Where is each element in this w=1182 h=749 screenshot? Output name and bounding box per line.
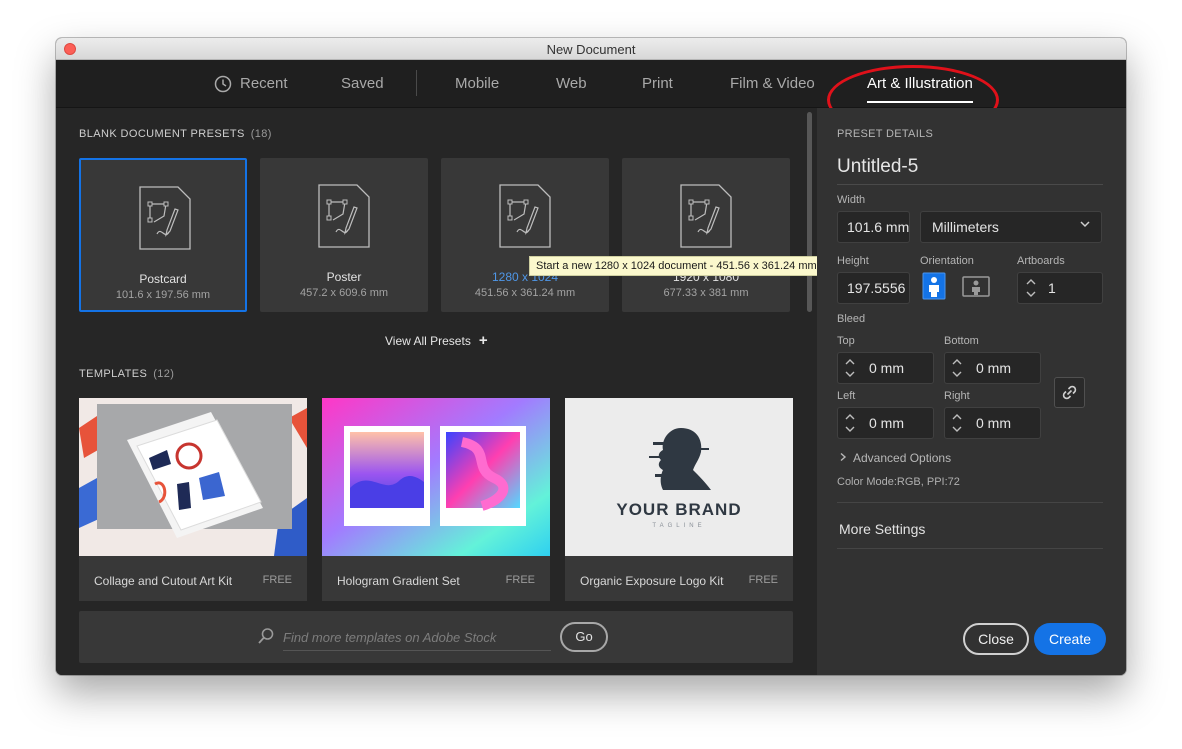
template-name: Collage and Cutout Art Kit xyxy=(94,574,233,588)
collage-thumbnail xyxy=(79,398,307,556)
template-card-hologram[interactable]: Hologram Gradient Set FREE xyxy=(322,398,550,601)
template-name: Organic Exposure Logo Kit xyxy=(580,574,724,588)
units-dropdown[interactable]: Millimeters xyxy=(920,211,1102,243)
chevron-down-icon xyxy=(1080,221,1090,228)
bleed-label: Bleed xyxy=(837,313,866,325)
advanced-options-label: Advanced Options xyxy=(853,451,952,465)
preset-size: 101.6 x 197.56 mm xyxy=(115,289,211,301)
new-document-dialog: New Document Recent Saved Mobile Web Pri… xyxy=(56,38,1126,675)
tab-film-video[interactable]: Film & Video xyxy=(730,75,815,92)
hologram-thumbnail xyxy=(322,398,550,556)
window-title: New Document xyxy=(546,42,636,57)
create-button[interactable]: Create xyxy=(1034,623,1106,655)
plus-icon: + xyxy=(478,332,488,349)
template-free-badge: FREE xyxy=(505,574,535,586)
presets-panel: BLANK DOCUMENT PRESETS (18) Postcard 101.… xyxy=(56,108,824,675)
link-bleed-button[interactable] xyxy=(1054,377,1085,408)
document-name-field[interactable]: Untitled-5 xyxy=(837,156,1103,185)
preset-tooltip: Start a new 1280 x 1024 document - 451.5… xyxy=(529,256,824,276)
preset-size: 677.33 x 381 mm xyxy=(663,287,749,299)
tab-saved[interactable]: Saved xyxy=(341,75,384,92)
preset-card-1920x1080[interactable]: 1920 x 1080 677.33 x 381 mm xyxy=(622,158,790,312)
category-tabs: Recent Saved Mobile Web Print Film & Vid… xyxy=(56,60,1126,135)
artboards-stepper-icon[interactable] xyxy=(1021,273,1041,303)
chevron-right-icon xyxy=(840,452,847,462)
preset-card-poster[interactable]: Poster 457.2 x 609.6 mm xyxy=(260,158,428,312)
template-card-collage[interactable]: Collage and Cutout Art Kit FREE xyxy=(79,398,307,601)
bleed-right-label: Right xyxy=(944,390,970,402)
portrait-orientation-icon[interactable] xyxy=(920,272,948,300)
artboard-pen-icon xyxy=(318,184,370,248)
templates-section-header: TEMPLATES (12) xyxy=(79,368,174,380)
width-label: Width xyxy=(837,194,866,206)
templates-section-label: TEMPLATES xyxy=(79,368,148,380)
height-label: Height xyxy=(837,255,869,267)
bleed-bottom-stepper-icon[interactable] xyxy=(947,353,967,383)
view-all-presets-link[interactable]: View All Presets + xyxy=(385,332,488,349)
templates-section-count: (12) xyxy=(153,368,175,380)
scrollbar[interactable] xyxy=(807,112,812,312)
presets-section-count: (18) xyxy=(250,128,272,140)
brand-text: YOUR BRAND xyxy=(616,500,741,519)
preset-details-label: PRESET DETAILS xyxy=(837,128,934,140)
preset-card-1280x1024[interactable]: 1280 x 1024 451.56 x 361.24 mm xyxy=(441,158,609,312)
artboard-pen-icon xyxy=(139,186,191,250)
close-button[interactable]: Close xyxy=(963,623,1029,655)
brand-tagline: TAGLINE xyxy=(652,523,705,529)
template-free-badge: FREE xyxy=(262,574,292,586)
template-name: Hologram Gradient Set xyxy=(337,574,460,588)
stock-search-input[interactable] xyxy=(283,625,551,651)
preset-size: 457.2 x 609.6 mm xyxy=(299,287,389,299)
search-icon xyxy=(258,628,274,644)
color-mode-info: Color Mode:RGB, PPI:72 xyxy=(837,476,960,488)
template-card-logo[interactable]: YOUR BRAND TAGLINE Organic Exposure Logo… xyxy=(565,398,793,601)
tab-print[interactable]: Print xyxy=(642,75,673,92)
preset-size: 451.56 x 361.24 mm xyxy=(474,287,576,299)
preset-details-panel: PRESET DETAILS Untitled-5 Width 101.6 mm… xyxy=(817,108,1126,675)
view-all-label: View All Presets xyxy=(385,334,471,348)
orientation-label: Orientation xyxy=(920,255,974,267)
details-divider xyxy=(837,502,1103,503)
tab-mobile[interactable]: Mobile xyxy=(455,75,499,92)
more-settings-button[interactable]: More Settings xyxy=(839,521,925,537)
artboard-pen-icon xyxy=(680,184,732,248)
clock-icon xyxy=(214,75,232,93)
width-input[interactable]: 101.6 mm xyxy=(837,211,910,243)
artboard-pen-icon xyxy=(499,184,551,248)
bleed-right-stepper-icon[interactable] xyxy=(947,408,967,438)
bleed-top-stepper-icon[interactable] xyxy=(840,353,860,383)
link-icon xyxy=(1062,385,1077,400)
details-divider xyxy=(837,548,1103,549)
bleed-left-label: Left xyxy=(837,390,856,402)
presets-section-label: BLANK DOCUMENT PRESETS xyxy=(79,128,245,140)
title-bar: New Document xyxy=(56,38,1126,60)
tab-divider xyxy=(416,70,417,96)
preset-name: Poster xyxy=(326,270,362,284)
tab-recent[interactable]: Recent xyxy=(240,75,288,92)
preset-card-postcard[interactable]: Postcard 101.6 x 197.56 mm xyxy=(79,158,247,312)
landscape-orientation-icon[interactable] xyxy=(962,272,990,300)
preset-name: Postcard xyxy=(139,272,187,286)
bleed-bottom-label: Bottom xyxy=(944,335,979,347)
height-input[interactable]: 197.5556 mm xyxy=(837,272,910,304)
units-value: Millimeters xyxy=(932,219,999,235)
template-free-badge: FREE xyxy=(748,574,778,586)
go-button[interactable]: Go xyxy=(560,622,608,652)
logo-thumbnail: YOUR BRAND TAGLINE xyxy=(565,398,793,556)
bleed-top-label: Top xyxy=(837,335,855,347)
stock-search-bar: Go xyxy=(79,611,793,663)
presets-section-header: BLANK DOCUMENT PRESETS (18) xyxy=(79,128,272,140)
tab-web[interactable]: Web xyxy=(556,75,587,92)
bleed-left-stepper-icon[interactable] xyxy=(840,408,860,438)
artboards-label: Artboards xyxy=(1017,255,1065,267)
advanced-options-toggle[interactable]: Advanced Options xyxy=(838,451,951,465)
